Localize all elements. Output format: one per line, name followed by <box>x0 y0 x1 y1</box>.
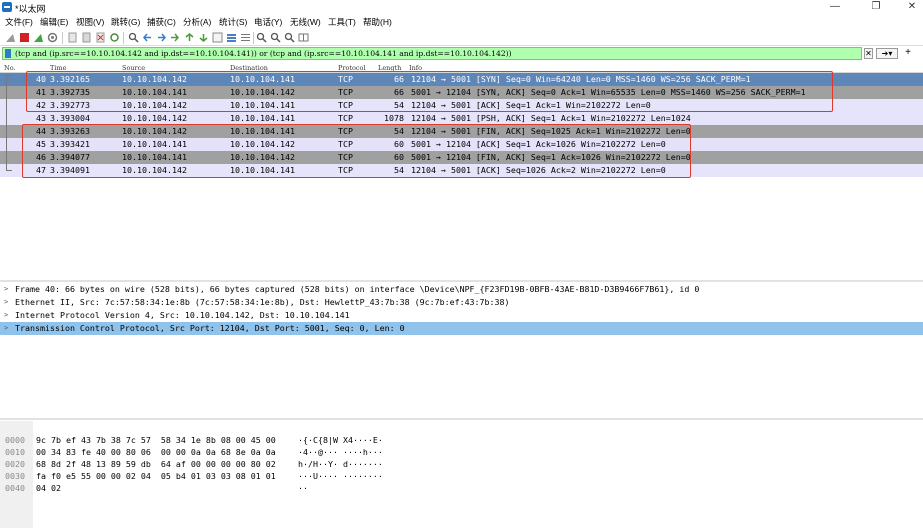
expand-arrow-icon[interactable]: > <box>4 283 8 296</box>
expand-arrow-icon[interactable]: > <box>4 309 8 322</box>
go-forward-icon[interactable] <box>156 32 167 43</box>
pane-splitter[interactable] <box>0 418 923 420</box>
reload-icon[interactable] <box>109 32 120 43</box>
main-toolbar <box>0 30 923 46</box>
go-to-packet-icon[interactable] <box>170 32 181 43</box>
maximize-icon[interactable]: ❐ <box>867 1 885 13</box>
menu-tools[interactable]: 工具(T) <box>328 16 356 28</box>
conversation-bracket <box>6 75 10 171</box>
clear-filter-icon[interactable]: ✕ <box>864 48 873 59</box>
expand-arrow-icon[interactable]: > <box>4 322 8 335</box>
column-no[interactable]: No. <box>4 64 16 72</box>
teardown-highlight-box <box>22 124 691 178</box>
menu-view[interactable]: 视图(V) <box>76 16 104 28</box>
expand-arrow-icon[interactable]: > <box>4 296 8 309</box>
capture-options-icon[interactable] <box>47 32 58 43</box>
packet-details: > Frame 40: 66 bytes on wire (528 bits),… <box>0 283 923 417</box>
pane-splitter[interactable] <box>0 280 923 282</box>
restart-capture-icon[interactable] <box>33 32 44 43</box>
display-filter-text: (tcp and (ip.src==10.10.104.142 and ip.d… <box>15 49 512 58</box>
hex-row[interactable]: 0040 04 02 ·· <box>0 470 923 493</box>
add-filter-icon[interactable]: + <box>902 48 914 59</box>
packet-list: 40 3.392165 10.10.104.142 10.10.104.141 TCP 6… <box>0 71 923 278</box>
shark-fin-start-icon[interactable] <box>5 32 16 43</box>
resize-columns-icon[interactable] <box>298 32 309 43</box>
menu-telephony[interactable]: 电话(Y) <box>254 16 282 28</box>
zoom-out-icon[interactable] <box>270 32 281 43</box>
first-packet-icon[interactable] <box>184 32 195 43</box>
close-file-icon[interactable] <box>95 32 106 43</box>
apply-filter-icon[interactable]: ➔▾ <box>876 48 898 59</box>
last-packet-icon[interactable] <box>198 32 209 43</box>
detail-ipv4[interactable]: > Internet Protocol Version 4, Src: 10.1… <box>0 309 923 322</box>
menu-analyze[interactable]: 分析(A) <box>183 16 211 28</box>
hex-row[interactable]: 0030 fa f0 e5 55 00 00 02 04 05 b4 01 03 … <box>0 458 923 481</box>
menu-wireless[interactable]: 无线(W) <box>290 16 321 28</box>
wireshark-fin-icon <box>2 2 12 12</box>
zoom-in-icon[interactable] <box>256 32 267 43</box>
menu-help[interactable]: 帮助(H) <box>363 16 392 28</box>
colorize-icon[interactable] <box>226 32 237 43</box>
menu-edit[interactable]: 编辑(E) <box>40 16 68 28</box>
detail-frame[interactable]: > Frame 40: 66 bytes on wire (528 bits),… <box>0 283 923 296</box>
bookmark-icon[interactable] <box>5 49 11 58</box>
toolbar-divider <box>253 32 254 44</box>
autoscroll-icon[interactable] <box>212 32 223 43</box>
go-back-icon[interactable] <box>142 32 153 43</box>
display-filter-bar: (tcp and (ip.src==10.10.104.142 and ip.d… <box>0 46 923 62</box>
menu-file[interactable]: 文件(F) <box>5 16 33 28</box>
display-filter-input[interactable]: (tcp and (ip.src==10.10.104.142 and ip.d… <box>2 47 862 60</box>
conversation-bracket-end <box>6 170 12 171</box>
stop-capture-icon[interactable] <box>19 32 30 43</box>
hex-row[interactable]: 0000 9c 7b ef 43 7b 38 7c 57 58 34 1e 8b … <box>0 422 923 445</box>
close-icon[interactable]: ✕ <box>903 1 921 13</box>
lines-view-icon[interactable] <box>240 32 251 43</box>
detail-ethernet[interactable]: > Ethernet II, Src: 7c:57:58:34:1e:8b (7… <box>0 296 923 309</box>
detail-tcp[interactable]: > Transmission Control Protocol, Src Por… <box>0 322 923 335</box>
hex-row[interactable]: 0010 00 34 83 fe 40 00 80 06 00 00 0a 0a … <box>0 434 923 457</box>
open-file-icon[interactable] <box>67 32 78 43</box>
menu-capture[interactable]: 捕获(C) <box>147 16 176 28</box>
toolbar-divider <box>123 32 124 44</box>
menu-statistics[interactable]: 统计(S) <box>219 16 247 28</box>
normal-size-icon[interactable] <box>284 32 295 43</box>
packet-bytes: 0000 9c 7b ef 43 7b 38 7c 57 58 34 1e 8b … <box>0 421 923 528</box>
menu-bar: 文件(F) 编辑(E) 视图(V) 跳转(G) 捕获(C) 分析(A) 统计(S… <box>0 14 923 29</box>
minimize-icon[interactable]: — <box>826 1 844 13</box>
toolbar-divider <box>62 32 63 44</box>
hex-row[interactable]: 0020 68 8d 2f 48 13 89 59 db 64 af 00 00 … <box>0 446 923 469</box>
menu-go[interactable]: 跳转(G) <box>111 16 140 28</box>
find-packet-icon[interactable] <box>128 32 139 43</box>
title-bar: *以太网 — ❐ ✕ <box>0 0 923 14</box>
save-file-icon[interactable] <box>81 32 92 43</box>
handshake-highlight-box <box>26 71 833 112</box>
